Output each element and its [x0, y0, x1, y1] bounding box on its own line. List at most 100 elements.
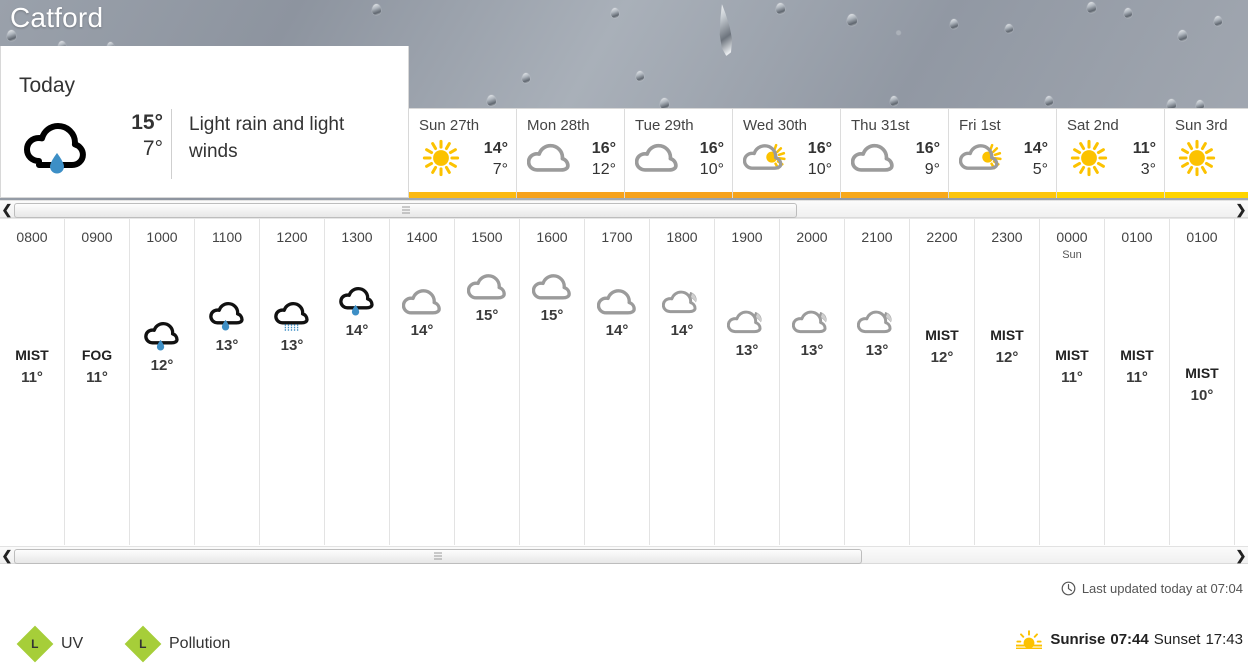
hour-conditions: 13° [715, 306, 779, 362]
hour-forecast-column[interactable]: 140014°24% 3 [390, 219, 455, 545]
hour-time: 1800 [666, 229, 698, 245]
scroll-left-arrow-icon[interactable]: ❮ [0, 547, 14, 565]
hour-forecast-column[interactable]: 1800 14°15% 3 [650, 219, 715, 545]
cloud-drizzle-icon [272, 301, 312, 333]
clock-icon [1061, 581, 1076, 596]
hour-temperature: 15° [475, 307, 499, 324]
day-accent-bar [409, 192, 516, 198]
day-accent-bar [625, 192, 732, 198]
sunrise-icon [1016, 630, 1043, 649]
day-low: 9° [924, 161, 940, 178]
day-high: 16° [807, 140, 832, 157]
hour-temperature: 14° [605, 322, 629, 339]
cloud-moon-icon [856, 306, 897, 338]
water-droplet-icon [372, 4, 381, 15]
hour-conditions: MIST 12° [910, 326, 974, 369]
hour-forecast-column[interactable]: 2200MIST12°0% 3 [910, 219, 975, 545]
page-title: Catford [10, 2, 104, 33]
hour-forecast-column[interactable]: 0800MIST11°11% 2 [0, 219, 65, 545]
daily-scrollbar[interactable]: ❮ ❯ [0, 200, 1248, 218]
cloud-rain-icon [142, 321, 182, 353]
day-forecast-card[interactable]: Wed 30th 16° 10° [733, 109, 841, 198]
hourly-scrollbar-thumb[interactable] [14, 549, 862, 564]
cloud-grey-icon [531, 271, 572, 303]
day-temperatures: 14° 5° [1024, 139, 1048, 180]
day-forecast-card[interactable]: Tue 29th 16° 10° [625, 109, 733, 198]
hour-temperature: 15° [540, 307, 564, 324]
hour-temperature: 11° [1126, 369, 1148, 386]
hour-forecast-column[interactable]: 1300 14°27% 2 [325, 219, 390, 545]
day-accent-bar [1165, 192, 1248, 198]
cloud-rain-icon [337, 286, 377, 318]
hourly-scrollbar[interactable]: ❮ ❯ [0, 546, 1248, 564]
day-temperatures: 16° 10° [700, 139, 724, 180]
hourly-forecast-table[interactable]: 0800MIST11°11% 2 0900FOG11°12% 2 1000 12… [0, 218, 1248, 545]
day-forecast-card[interactable]: Mon 28th 16° 12° [517, 109, 625, 198]
hour-forecast-column[interactable]: 2300MIST12°0% 3 [975, 219, 1040, 545]
hour-temperature: 11° [21, 369, 43, 386]
hour-forecast-column[interactable]: 170014°0% 3 [585, 219, 650, 545]
day-accent-bar [733, 192, 840, 198]
day-forecast-card[interactable]: Sun 27th 14° 7° [409, 109, 517, 198]
hour-day-label: Sun [1062, 249, 1082, 261]
hour-forecast-column[interactable]: 1900 13°21% 2 [715, 219, 780, 545]
hour-forecast-column[interactable]: 0000SunMIST11°0% 4 [1040, 219, 1105, 545]
pollution-indicator[interactable]: L Pollution [124, 625, 230, 663]
last-updated: Last updated today at 07:04 [1061, 581, 1243, 596]
hour-forecast-column[interactable]: 1100 13°41% 2 [195, 219, 260, 545]
hour-time: 1500 [471, 229, 503, 245]
hour-time: 0000 [1056, 229, 1088, 245]
day-low: 10° [807, 161, 832, 178]
day-temperatures: 14° 7° [484, 139, 508, 180]
footer: Last updated today at 07:04 L UV L Pollu… [0, 573, 1248, 669]
day-forecast-card[interactable]: Sat 2nd 11° 3° [1057, 109, 1165, 198]
hour-time: 2300 [991, 229, 1023, 245]
day-high: 14° [1023, 140, 1048, 157]
water-droplet-icon [1045, 96, 1053, 106]
hour-forecast-column[interactable]: 160015°14% 3 [520, 219, 585, 545]
hour-time: 0800 [16, 229, 48, 245]
cloud-rain-icon [24, 121, 94, 175]
hour-time: 1000 [146, 229, 178, 245]
hour-forecast-column[interactable]: 0100MIST11°0% 4 [1105, 219, 1170, 545]
uv-level: L [31, 637, 39, 651]
hour-time: 2100 [861, 229, 893, 245]
hour-time: 1400 [406, 229, 438, 245]
daily-forecast-strip[interactable]: Sun 27th 14° 7° Mon 28th 16° 12° Tue 29th 16° 10… [409, 108, 1248, 198]
hour-time: 1900 [731, 229, 763, 245]
hour-forecast-column[interactable]: 1000 12°33% 2 [130, 219, 195, 545]
water-drop-icon [713, 3, 736, 57]
hour-temperature: 14° [410, 322, 434, 339]
daily-scrollbar-thumb[interactable] [14, 203, 797, 218]
sunset-label: Sunset [1153, 631, 1201, 648]
day-high: 14° [483, 140, 508, 157]
day-name: Sun 27th [419, 117, 480, 134]
hour-forecast-column[interactable]: 2000 13°13% 2 [780, 219, 845, 545]
hour-forecast-column[interactable]: 150015°0% 3 [455, 219, 520, 545]
hour-temperature: 11° [86, 369, 108, 386]
day-forecast-card[interactable]: Sun 3rd1 [1165, 109, 1248, 198]
today-temperatures: 15° 7° [115, 110, 163, 162]
day-temperatures: 16° 10° [808, 139, 832, 180]
cloud-moon-icon [726, 306, 767, 338]
hour-forecast-column[interactable]: 120013°43% 2 [260, 219, 325, 545]
sun-icon [1067, 139, 1115, 181]
water-droplet-icon [890, 96, 898, 106]
uv-indicator[interactable]: L UV [16, 625, 83, 663]
water-droplet-icon [1214, 16, 1222, 26]
hour-conditions: 14° [390, 286, 454, 342]
water-droplet-icon [1124, 8, 1132, 18]
hour-conditions: 13° [780, 306, 844, 362]
sun-cloud-icon [742, 139, 791, 181]
scroll-right-arrow-icon[interactable]: ❯ [1234, 201, 1248, 219]
scroll-right-arrow-icon[interactable]: ❯ [1234, 547, 1248, 565]
day-forecast-card[interactable]: Thu 31st 16° 9° [841, 109, 949, 198]
day-forecast-card[interactable]: Fri 1st 14° 5° [949, 109, 1057, 198]
scroll-left-arrow-icon[interactable]: ❮ [0, 201, 14, 219]
hour-forecast-column[interactable]: 0100MIST10°0% 4 [1170, 219, 1235, 545]
hour-condition: MIST [990, 327, 1024, 343]
water-droplet-icon [1005, 24, 1013, 33]
cloud-icon [634, 139, 683, 181]
hour-forecast-column[interactable]: 2100 13°0% 3 [845, 219, 910, 545]
hour-forecast-column[interactable]: 0900FOG11°12% 2 [65, 219, 130, 545]
